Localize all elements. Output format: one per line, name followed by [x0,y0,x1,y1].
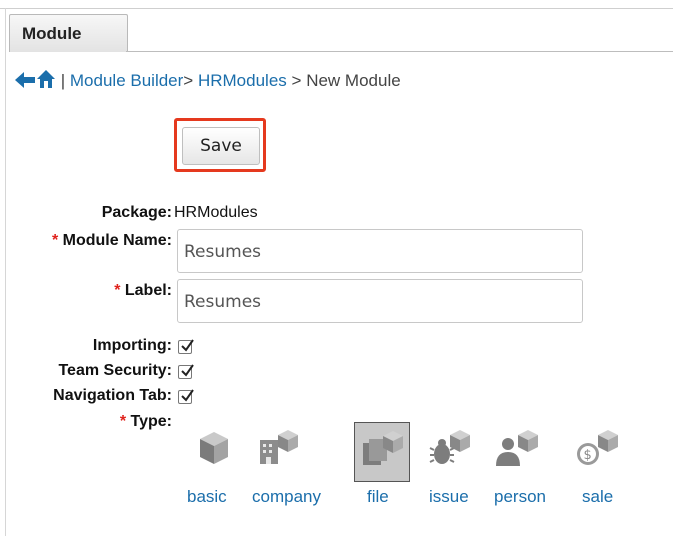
package-value: HRModules [174,204,258,221]
sale-type-icon[interactable]: $ [566,422,622,482]
type-label-wrap: * Type: [120,413,172,431]
home-icon[interactable] [36,70,56,90]
breadcrumb: | Module Builder> HRModules > New Module [14,69,401,91]
type-label: Type: [130,413,172,430]
importing-checkbox[interactable] [178,339,194,354]
save-button[interactable]: Save [182,127,260,165]
type-basic-link[interactable]: basic [187,487,227,507]
type-file-link[interactable]: file [367,487,389,507]
label-label-wrap: * Label: [114,282,172,300]
required-mark: * [119,413,127,430]
svg-text:$: $ [584,448,592,463]
issue-type-icon[interactable] [420,422,476,482]
type-sale-link[interactable]: sale [582,487,613,507]
required-mark: * [114,282,121,299]
type-company-link[interactable]: company [252,487,321,507]
label-label: Label: [124,282,172,299]
navigation-tab-label: Navigation Tab: [53,387,172,404]
navigation-tab-checkbox[interactable] [178,389,194,404]
breadcrumb-arrow: > [291,71,302,90]
type-issue-link[interactable]: issue [429,487,469,507]
breadcrumb-module-builder[interactable]: Module Builder [70,71,183,90]
company-type-icon[interactable] [248,422,304,482]
team-security-label: Team Security: [58,362,172,379]
module-name-label: Module Name: [62,232,172,249]
checkmark-icon [181,364,194,377]
person-type-icon[interactable] [488,422,544,482]
package-label: Package: [101,204,172,221]
top-border [0,8,673,9]
checkmark-icon [181,339,194,352]
type-person-link[interactable]: person [494,487,546,507]
breadcrumb-arrow: > [183,71,194,90]
tab-divider [126,51,673,52]
team-security-checkbox[interactable] [178,364,194,379]
basic-type-icon[interactable] [186,422,242,482]
required-mark: * [51,232,59,249]
label-field[interactable]: Resumes [177,279,583,323]
file-type-icon[interactable] [354,422,410,482]
breadcrumb-current: New Module [306,71,401,90]
module-name-label-wrap: * Module Name: [52,232,172,250]
module-name-field[interactable]: Resumes [177,229,583,273]
left-border [5,8,6,536]
breadcrumb-separator: | [60,71,66,90]
tab-module[interactable]: Module [9,14,128,52]
back-arrow-icon[interactable] [14,71,36,90]
save-highlight: Save [174,118,266,172]
breadcrumb-hrmodules[interactable]: HRModules [198,71,287,90]
importing-label: Importing: [92,337,172,354]
checkmark-icon [181,389,194,402]
